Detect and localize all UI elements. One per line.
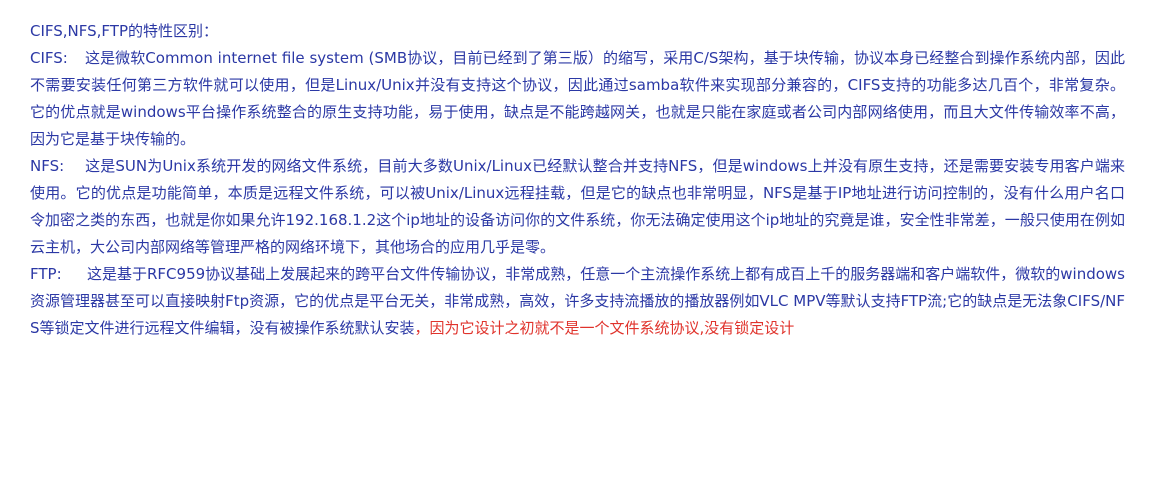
nfs-label: NFS: <box>30 157 65 175</box>
document-body: CIFS,NFS,FTP的特性区别： CIFS: 这是微软Common inter… <box>30 18 1125 342</box>
nfs-paragraph: NFS: 这是SUN为Unix系统开发的网络文件系统，目前大多数Unix/Linu… <box>30 153 1125 261</box>
ftp-paragraph: FTP: 这是基于RFC959协议基础上发展起来的跨平台文件传输协议，非常成熟，任… <box>30 261 1125 342</box>
cifs-label: CIFS: <box>30 49 68 67</box>
document-title: CIFS,NFS,FTP的特性区别： <box>30 22 218 40</box>
nfs-description: 这是SUN为Unix系统开发的网络文件系统，目前大多数Unix/Linux已经默… <box>30 157 1125 256</box>
cifs-description: 这是微软Common internet file system (SMB协议，目… <box>30 49 1125 148</box>
cifs-paragraph: CIFS: 这是微软Common internet file system (SM… <box>30 45 1125 153</box>
ftp-label: FTP: <box>30 265 62 283</box>
ftp-highlight-note: ，因为它设计之初就不是一个文件系统协议,没有锁定设计 <box>414 319 795 337</box>
